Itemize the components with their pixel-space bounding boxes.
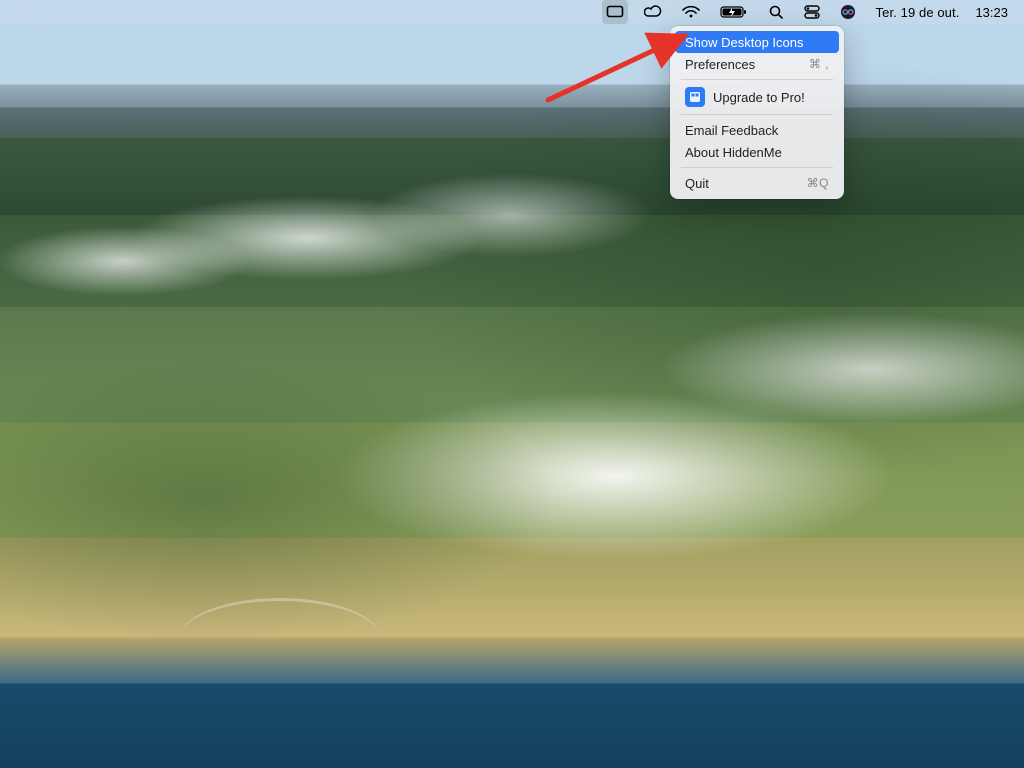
creative-cloud-icon <box>644 5 662 19</box>
siri-icon <box>840 4 856 20</box>
menu-separator <box>681 114 833 115</box>
menubar-control-center-icon[interactable] <box>800 0 824 24</box>
menubar-time[interactable]: 13:23 <box>971 0 1012 24</box>
menu-item-quit[interactable]: Quit ⌘Q <box>675 172 839 194</box>
desktop-rectangle-icon <box>606 5 624 19</box>
menu-item-shortcut: ⌘ , <box>809 57 829 71</box>
menubar-battery-icon[interactable] <box>716 0 752 24</box>
desktop: Ter. 19 de out. 13:23 Show Desktop Icons… <box>0 0 1024 768</box>
menu-item-label: Email Feedback <box>685 123 778 138</box>
menubar-hiddenme-app-icon[interactable] <box>602 0 628 24</box>
menu-item-label: About HiddenMe <box>685 145 782 160</box>
menu-item-upgrade-to-pro[interactable]: Upgrade to Pro! <box>675 84 839 110</box>
menu-item-label: Preferences <box>685 57 755 72</box>
menubar-creative-cloud-icon[interactable] <box>640 0 666 24</box>
menu-item-about-hiddenme[interactable]: About HiddenMe <box>675 141 839 163</box>
menu-item-shortcut: ⌘Q <box>807 176 829 190</box>
upgrade-badge-icon <box>685 87 705 107</box>
menu-item-preferences[interactable]: Preferences ⌘ , <box>675 53 839 75</box>
battery-charging-icon <box>720 5 748 19</box>
menubar-date[interactable]: Ter. 19 de out. <box>872 0 964 24</box>
menubar-wifi-icon[interactable] <box>678 0 704 24</box>
menu-item-label: Show Desktop Icons <box>685 35 804 50</box>
hiddenme-dropdown-menu: Show Desktop Icons Preferences ⌘ , Upgra… <box>670 26 844 199</box>
menubar-spotlight-icon[interactable] <box>764 0 788 24</box>
menubar-siri-icon[interactable] <box>836 0 860 24</box>
menu-separator <box>681 167 833 168</box>
wallpaper-big-sur <box>0 0 1024 768</box>
control-center-icon <box>804 5 820 19</box>
magnifying-glass-icon <box>768 4 784 20</box>
wifi-icon <box>682 5 700 19</box>
menu-item-show-desktop-icons[interactable]: Show Desktop Icons <box>675 31 839 53</box>
menu-item-label: Quit <box>685 176 709 191</box>
menu-separator <box>681 79 833 80</box>
menu-item-label: Upgrade to Pro! <box>713 90 805 105</box>
menu-bar: Ter. 19 de out. 13:23 <box>0 0 1024 24</box>
menu-item-email-feedback[interactable]: Email Feedback <box>675 119 839 141</box>
